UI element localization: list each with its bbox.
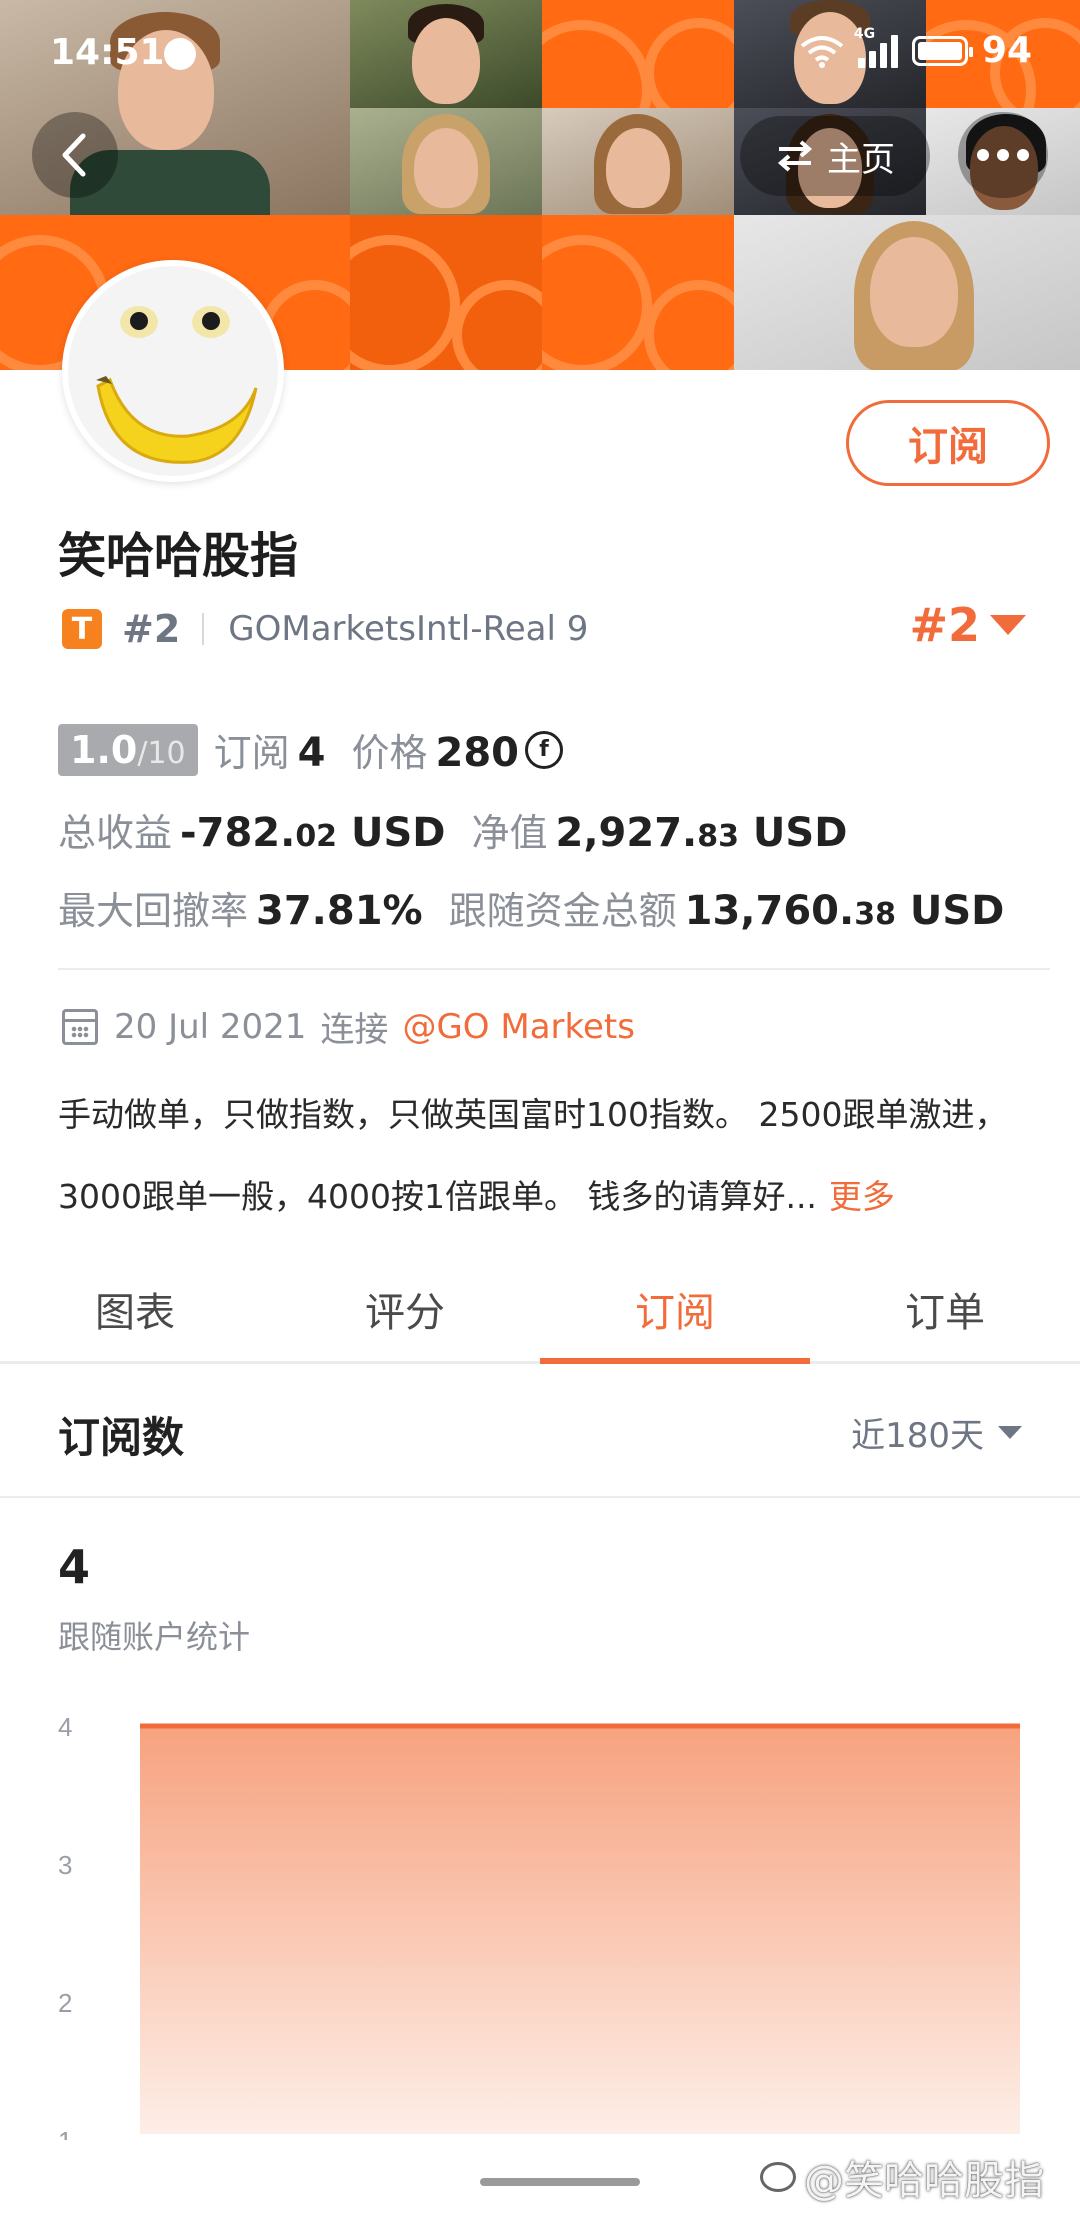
total-profit-label: 总收益 bbox=[58, 811, 173, 855]
rank-dropdown-value: #2 bbox=[909, 598, 980, 652]
avatar-eye bbox=[120, 306, 158, 338]
dot-icon bbox=[997, 149, 1009, 161]
subscriptions-chart: 1 2 3 4 bbox=[58, 1712, 1020, 2140]
score-denominator: /10 bbox=[137, 735, 186, 771]
follow-funds-label: 跟随资金总额 bbox=[448, 889, 677, 933]
rank-dropdown[interactable]: #2 bbox=[909, 598, 1026, 652]
dot-icon bbox=[977, 149, 989, 161]
divider bbox=[202, 613, 205, 645]
score-badge: 1.0/10 bbox=[58, 723, 198, 776]
watermark-text: @笑哈哈股指 bbox=[804, 2158, 1044, 2204]
back-button[interactable] bbox=[32, 112, 118, 198]
subscriptions-value: 4 bbox=[297, 730, 326, 776]
banner-photo bbox=[542, 108, 734, 215]
connection-date: 20 Jul 2021 bbox=[114, 1006, 307, 1047]
tab-chart[interactable]: 图表 bbox=[0, 1256, 270, 1361]
trader-type-icon: T bbox=[62, 609, 102, 649]
avatar-eye bbox=[192, 306, 230, 338]
period-value: 近180天 bbox=[851, 1416, 984, 1456]
subscriber-count: 4 bbox=[58, 1540, 91, 1594]
home-button[interactable]: 主页 bbox=[740, 116, 930, 196]
broker-link[interactable]: @GO Markets bbox=[402, 1007, 635, 1047]
equity-label: 净值 bbox=[471, 811, 548, 855]
battery-icon bbox=[911, 35, 973, 66]
connection-verb: 连接 bbox=[320, 1010, 389, 1050]
cellular: 4G bbox=[854, 26, 898, 68]
banner-photo bbox=[734, 215, 1080, 370]
stats-row-profit: 总收益 -782.02 USD 净值 2,927.83 USD bbox=[58, 802, 847, 857]
banana-icon bbox=[96, 376, 258, 464]
chevron-left-icon bbox=[62, 133, 86, 177]
home-label: 主页 bbox=[827, 139, 895, 180]
caret-down-icon bbox=[998, 1426, 1022, 1439]
banner-pattern bbox=[542, 215, 734, 370]
more-options-button[interactable] bbox=[958, 112, 1048, 198]
watermark: @笑哈哈股指 bbox=[760, 2148, 1044, 2206]
wifi-icon bbox=[800, 35, 844, 68]
tab-subscriptions[interactable]: 订阅 bbox=[540, 1256, 810, 1364]
network-type: 4G bbox=[853, 25, 876, 42]
caret-down-icon bbox=[990, 615, 1026, 635]
status-time: 14:51 bbox=[50, 32, 165, 73]
strategy-description: 手动做单，只做指数，只做英国富时100指数。 2500跟单激进，3000跟单一般… bbox=[58, 1074, 1038, 1238]
swap-icon bbox=[777, 140, 813, 172]
connection-row: 20 Jul 2021 连接 @GO Markets bbox=[62, 1002, 635, 1051]
battery-level: 94 bbox=[981, 30, 1032, 71]
status-bar: 14:51 4G 94 bbox=[0, 0, 1080, 110]
rank-row: T #2 GOMarketsIntl-Real 9 bbox=[62, 604, 588, 654]
subscribe-button[interactable]: 订阅 bbox=[846, 400, 1050, 486]
divider bbox=[58, 968, 1050, 970]
max-drawdown-value: 37.81% bbox=[256, 888, 423, 934]
tab-rating[interactable]: 评分 bbox=[270, 1256, 540, 1361]
count-caption: 跟随账户统计 bbox=[58, 1618, 251, 1656]
period-select[interactable]: 近180天 bbox=[851, 1408, 1022, 1457]
profile-name: 笑哈哈股指 bbox=[58, 528, 299, 584]
y-tick-label: 3 bbox=[58, 1850, 72, 1880]
weibo-icon bbox=[760, 2162, 796, 2192]
banner-pattern bbox=[350, 215, 542, 370]
dot-icon bbox=[1017, 149, 1029, 161]
avatar bbox=[62, 260, 284, 482]
total-profit-value: -782.02 USD bbox=[180, 810, 446, 856]
more-link[interactable]: 更多 bbox=[829, 1177, 895, 1216]
stats-row-score: 1.0/10 订阅 4 价格 280 f bbox=[58, 722, 563, 777]
section-header: 订阅数 近180天 bbox=[0, 1364, 1080, 1498]
broker-account: GOMarketsIntl-Real 9 bbox=[228, 609, 589, 649]
section-title: 订阅数 bbox=[58, 1413, 185, 1462]
stats-row-drawdown: 最大回撤率 37.81% 跟随资金总额 13,760.38 USD bbox=[58, 880, 1004, 935]
price-value: 280 bbox=[435, 730, 519, 776]
series-area bbox=[140, 1726, 1020, 2134]
coin-icon: f bbox=[524, 730, 563, 769]
score-value: 1.0 bbox=[70, 727, 138, 772]
equity-value: 2,927.83 USD bbox=[555, 810, 848, 856]
subscriptions-label: 订阅 bbox=[213, 731, 290, 775]
price-label: 价格 bbox=[351, 731, 428, 775]
calendar-icon bbox=[62, 1008, 98, 1045]
max-drawdown-label: 最大回撤率 bbox=[58, 889, 249, 933]
notification-dot-icon bbox=[164, 38, 196, 70]
y-tick-label: 4 bbox=[58, 1712, 72, 1742]
status-icons: 4G 94 bbox=[800, 26, 1032, 71]
home-indicator[interactable] bbox=[480, 2178, 640, 2186]
y-tick-label: 1 bbox=[58, 2126, 72, 2140]
rank-badge: #2 bbox=[122, 607, 181, 651]
follow-funds-value: 13,760.38 USD bbox=[684, 888, 1005, 934]
y-tick-label: 2 bbox=[58, 1988, 72, 2018]
tab-bar: 图表 评分 订阅 订单 bbox=[0, 1256, 1080, 1364]
banner-photo bbox=[350, 108, 542, 215]
tab-orders[interactable]: 订单 bbox=[810, 1256, 1080, 1361]
